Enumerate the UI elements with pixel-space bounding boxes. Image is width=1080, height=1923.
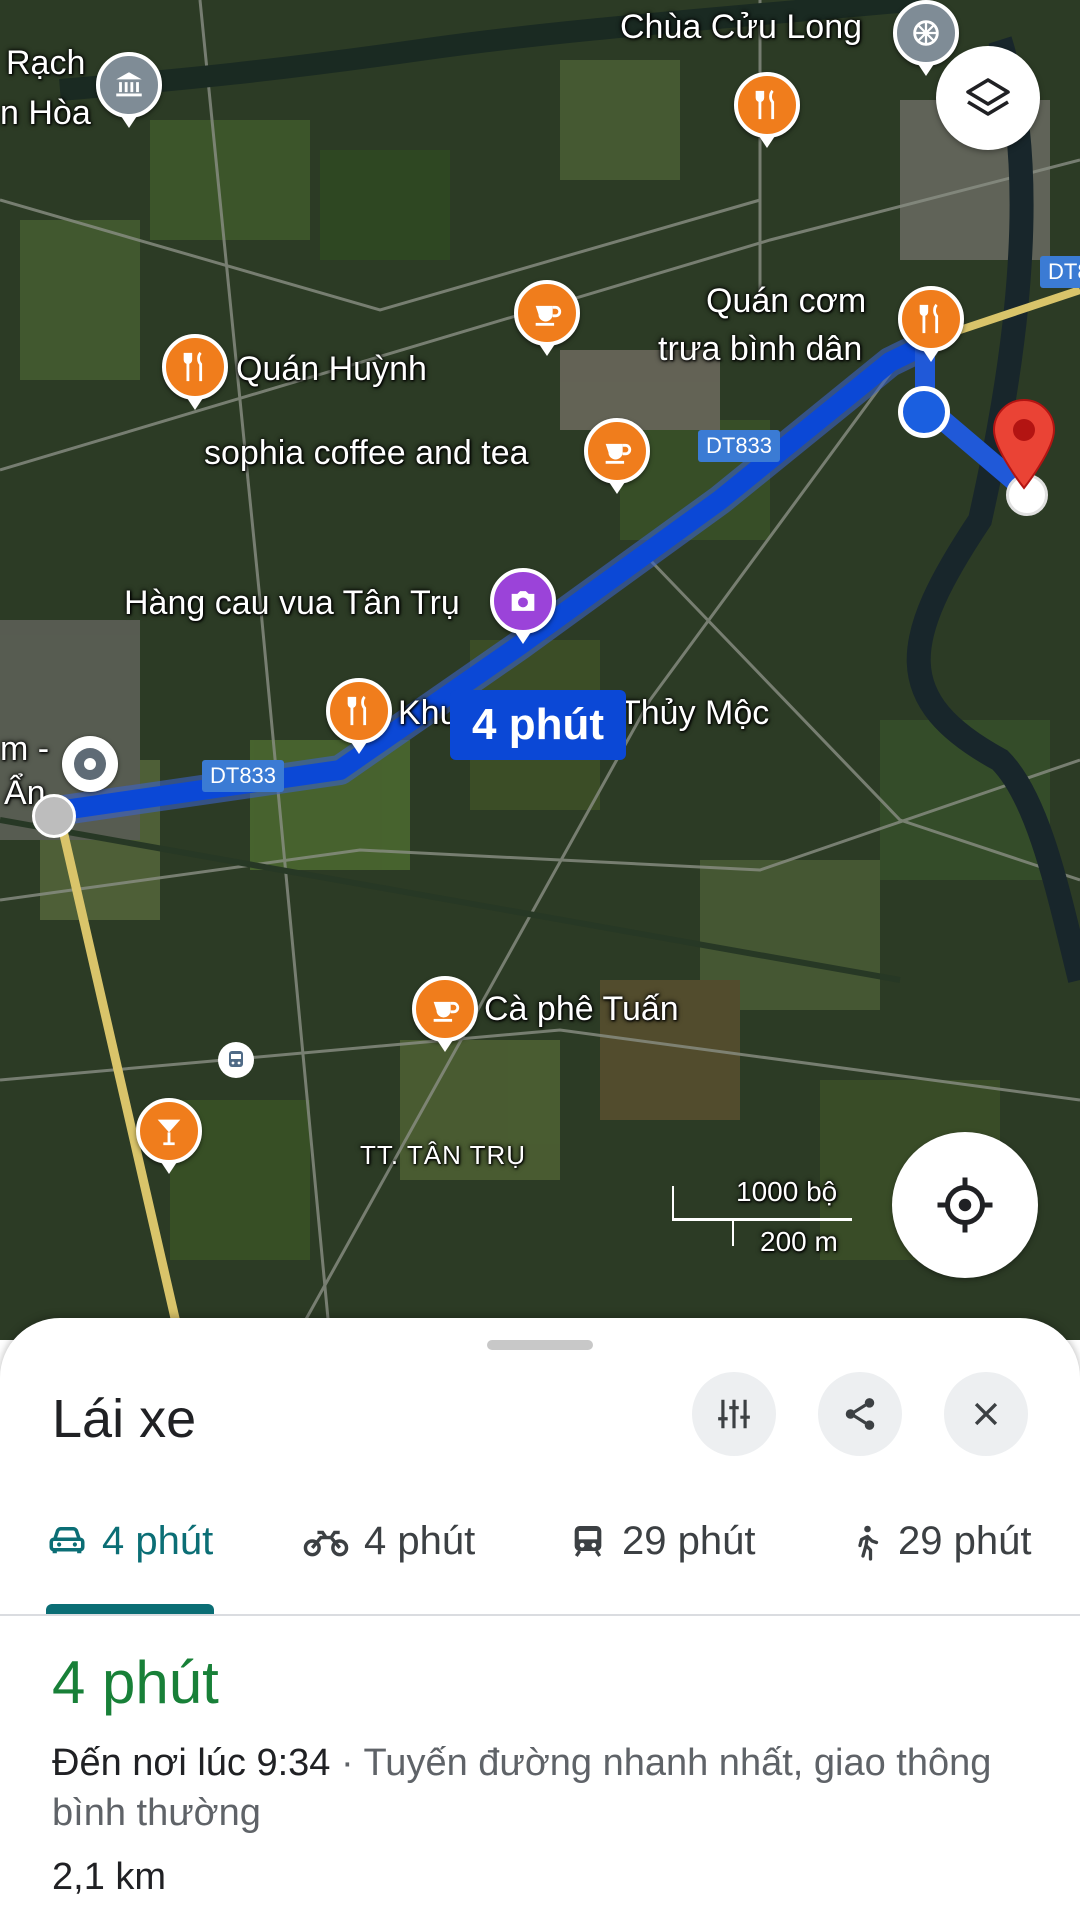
close-icon <box>974 1402 998 1426</box>
coffee-cup-icon <box>535 305 562 326</box>
layers-button[interactable] <box>936 46 1040 150</box>
close-button[interactable] <box>944 1372 1028 1456</box>
label-quan-com-line2[interactable]: trưa bình dân <box>658 330 862 369</box>
temple-pin[interactable] <box>893 0 959 76</box>
fork-knife-icon <box>919 303 939 334</box>
waypoint-dot <box>898 386 950 438</box>
label-m-dash[interactable]: m - <box>0 730 49 769</box>
share-icon <box>845 1398 875 1430</box>
label-hang-cau-vua[interactable]: Hàng cau vua Tân Trụ <box>124 584 460 623</box>
coffee-cup-icon <box>433 1001 460 1022</box>
tab-drive-label: 4 phút <box>102 1518 214 1563</box>
camera-icon <box>511 591 535 611</box>
label-hoa[interactable]: n Hòa <box>0 94 91 133</box>
photo-spot-pin[interactable] <box>490 568 556 644</box>
motorbike-icon <box>303 1530 349 1557</box>
road-tag-dt833-top: DT833 <box>698 430 781 462</box>
travel-mode-title: Lái xe <box>52 1389 197 1449</box>
road-tag-dt833-bottom: DT833 <box>202 760 285 792</box>
active-tab-indicator <box>46 1604 214 1614</box>
label-rach[interactable]: Rạch <box>6 44 85 83</box>
sophia-cafe-pin[interactable] <box>584 418 650 494</box>
label-quan-huynh[interactable]: Quán Huỳnh <box>236 350 427 389</box>
map-view[interactable]: Chùa Cửu Long Rạch n Hòa Quán cơm trưa b… <box>0 0 1080 1340</box>
scale-feet: 1000 bộ <box>736 1176 838 1207</box>
tab-motorbike-label: 4 phút <box>364 1518 476 1563</box>
transit-icon <box>574 1526 602 1557</box>
tabs-divider <box>0 1614 1080 1616</box>
cocktail-icon <box>157 1119 181 1146</box>
bus-icon <box>229 1051 243 1067</box>
tab-transit-label: 29 phút <box>622 1518 756 1563</box>
bar-pin[interactable] <box>136 1098 202 1174</box>
landmark-icon <box>116 72 142 97</box>
road-tag-dt8: DT8 <box>1040 256 1080 288</box>
cafe-pin[interactable] <box>514 280 580 356</box>
label-ca-phe-tuan[interactable]: Cà phê Tuấn <box>484 990 679 1029</box>
coffee-cup-icon <box>605 443 632 464</box>
destination-pin-icon[interactable] <box>990 398 1058 490</box>
sheet-drag-handle[interactable] <box>487 1340 593 1350</box>
fork-knife-icon <box>755 89 775 120</box>
khu-restaurant-pin[interactable] <box>326 678 392 754</box>
tab-walk-label: 29 phút <box>898 1518 1032 1563</box>
my-location-button[interactable] <box>892 1132 1038 1278</box>
quan-huynh-restaurant-pin[interactable] <box>162 334 228 410</box>
share-button[interactable] <box>818 1372 902 1456</box>
tab-motorbike[interactable]: 4 phút <box>302 1513 475 1569</box>
fork-knife-icon <box>183 351 203 382</box>
arrival-time: Đến nơi lúc 9:34 <box>52 1742 331 1784</box>
label-tt-tan-tru: TT. TÂN TRỤ <box>360 1140 527 1170</box>
dharma-wheel-icon <box>913 20 939 46</box>
scale-meters: 200 m <box>760 1226 838 1257</box>
ca-phe-tuan-pin[interactable] <box>412 976 478 1052</box>
route-duration: 4 phút <box>52 1649 219 1716</box>
origin-marker[interactable] <box>62 736 118 792</box>
quan-com-restaurant-pin[interactable] <box>898 286 964 362</box>
sliders-icon <box>718 1399 750 1429</box>
route-start-dot <box>32 794 76 838</box>
directions-sheet[interactable]: Lái xe 4 phút 4 phút 29 phút 29 phút 4 p… <box>0 1318 1080 1923</box>
map-scale: 1000 bộ 200 m <box>672 1176 852 1257</box>
route-time-chip[interactable]: 4 phút <box>450 690 626 760</box>
fork-knife-icon <box>347 695 367 726</box>
landmark-pin[interactable] <box>96 52 162 128</box>
route-options-button[interactable] <box>692 1372 776 1456</box>
tab-walk[interactable]: 29 phút <box>848 1513 1031 1569</box>
route-distance: 2,1 km <box>52 1856 167 1898</box>
label-sophia-coffee[interactable]: sophia coffee and tea <box>204 434 529 473</box>
label-chua-cuu-long[interactable]: Chùa Cửu Long <box>620 8 862 47</box>
label-quan-com-line1[interactable]: Quán cơm <box>706 282 866 321</box>
route-summary: Đến nơi lúc 9:34 · Tuyến đường nhanh nhấ… <box>52 1738 1042 1838</box>
car-icon <box>49 1527 85 1554</box>
bus-stop-marker[interactable] <box>218 1042 254 1078</box>
restaurant-pin[interactable] <box>734 72 800 148</box>
walk-icon <box>858 1525 879 1561</box>
tab-drive[interactable]: 4 phút <box>46 1513 213 1569</box>
label-thuy-moc[interactable]: Thủy Mộc <box>620 694 769 733</box>
tab-transit[interactable]: 29 phút <box>568 1513 755 1569</box>
layers-icon <box>966 78 1010 116</box>
crosshair-location-icon <box>937 1177 993 1233</box>
